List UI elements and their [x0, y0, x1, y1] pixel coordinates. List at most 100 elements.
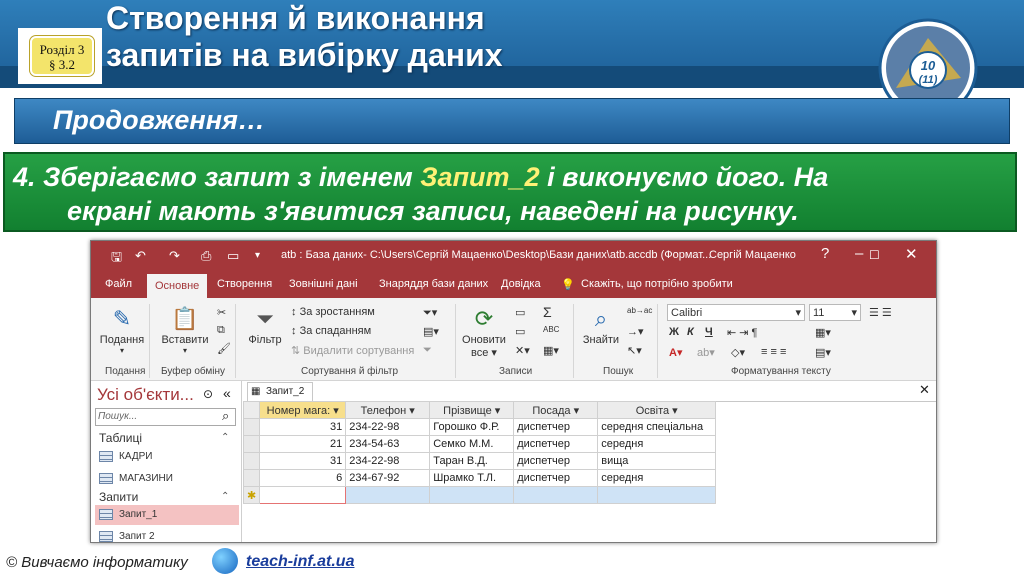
table-row[interactable]: 31 234-22-98 Горошко Ф.Р. диспетчер сере… — [242, 418, 717, 436]
cell-store-number[interactable]: 31 — [259, 418, 347, 436]
totals-icon[interactable]: Σ — [543, 304, 552, 320]
minimize-button[interactable]: – — [855, 245, 863, 262]
cell-position[interactable]: диспетчер — [513, 469, 599, 487]
new-record-row[interactable]: ✱ — [242, 486, 717, 504]
cell-education[interactable]: середня — [597, 435, 717, 453]
nav-item-kadry[interactable]: КАДРИ — [95, 447, 239, 467]
cell-phone[interactable]: 234-22-98 — [345, 418, 431, 436]
cell-store-number[interactable]: 31 — [259, 452, 347, 470]
cell-position[interactable]: диспетчер — [513, 418, 599, 436]
tab-file[interactable]: Файл — [105, 278, 132, 290]
font-color-icon[interactable]: A▾ — [669, 346, 682, 359]
new-record-cell[interactable] — [429, 486, 515, 504]
new-record-cell[interactable] — [259, 486, 347, 504]
go-to-icon[interactable]: →▾ — [627, 325, 644, 338]
open-folder-icon[interactable]: ▭ — [227, 248, 239, 264]
close-button[interactable]: ✕ — [905, 245, 918, 263]
print-preview-icon[interactable]: ⎙ — [201, 248, 211, 264]
search-icon[interactable]: ⌕ — [222, 408, 229, 424]
nav-title[interactable]: Усі об'єкти... — [97, 385, 194, 405]
table-row[interactable]: 6 234-67-92 Шрамко Т.Л. диспетчер середн… — [242, 469, 717, 487]
column-header[interactable]: Телефон ▾ — [345, 401, 431, 419]
record-selector[interactable] — [242, 452, 261, 470]
nav-menu-icon[interactable]: ⊙ — [203, 387, 213, 401]
cell-surname[interactable]: Таран В.Д. — [429, 452, 515, 470]
save-icon[interactable]: 🖫 — [111, 248, 122, 270]
new-record-cell[interactable] — [513, 486, 599, 504]
cell-education[interactable]: середня — [597, 469, 717, 487]
cell-phone[interactable]: 234-22-98 — [345, 452, 431, 470]
font-name-select[interactable]: Calibri ▾ — [667, 304, 805, 321]
format-painter-icon[interactable]: 🖌 — [217, 342, 231, 355]
align-icons[interactable]: ≡ ≡ ≡ — [761, 346, 786, 358]
view-button[interactable]: ✎ Подання ▾ — [99, 304, 145, 355]
column-header[interactable]: Номер мага: ▾ — [259, 401, 347, 419]
cell-education[interactable]: середня спеціальна — [597, 418, 717, 436]
tell-me-box[interactable]: Скажіть, що потрібно зробити — [581, 278, 733, 290]
advanced-filter-icon[interactable]: ▤▾ — [423, 325, 439, 338]
refresh-all-button[interactable]: ⟳ Оновити все ▾ — [461, 304, 507, 359]
record-selector[interactable] — [242, 469, 261, 487]
fill-color-icon[interactable]: ◇▾ — [731, 346, 745, 359]
spelling-icon[interactable]: ABC — [543, 325, 559, 334]
tab-create[interactable]: Створення — [217, 278, 272, 290]
italic-icon[interactable]: К — [687, 326, 694, 338]
collapse-icon[interactable]: ⌃ — [221, 491, 229, 502]
redo-icon[interactable]: ↷ — [169, 248, 180, 264]
replace-icon[interactable]: ab→ac — [627, 306, 652, 315]
user-name[interactable]: Сергій Мацаенко — [709, 249, 796, 261]
remove-sort-button[interactable]: ⇅ Видалити сортування — [291, 344, 414, 357]
column-header[interactable]: Посада ▾ — [513, 401, 599, 419]
cell-surname[interactable]: Семко М.М. — [429, 435, 515, 453]
nav-item-query-2[interactable]: Запит 2 — [95, 527, 239, 542]
record-selector[interactable] — [242, 418, 261, 436]
record-selector[interactable] — [242, 435, 261, 453]
tab-database-tools[interactable]: Знаряддя бази даних — [379, 278, 488, 290]
undo-icon[interactable]: ↶ — [135, 248, 146, 264]
nav-item-mahazyny[interactable]: МАГАЗИНИ — [95, 469, 239, 489]
more-records-icon[interactable]: ▦▾ — [543, 344, 559, 357]
alt-row-color-icon[interactable]: ▤▾ — [815, 346, 831, 359]
new-record-cell[interactable] — [345, 486, 431, 504]
underline-icon[interactable]: Ч — [705, 326, 713, 338]
nav-section-tables[interactable]: Таблиці — [99, 431, 142, 445]
cell-surname[interactable]: Горошко Ф.Р. — [429, 418, 515, 436]
cell-position[interactable]: диспетчер — [513, 452, 599, 470]
tab-home[interactable]: Основне — [147, 274, 208, 298]
select-all-cell[interactable] — [242, 401, 261, 419]
tab-external-data[interactable]: Зовнішні дані — [289, 278, 358, 290]
sort-ascending-button[interactable]: ↕ За зростанням — [291, 306, 375, 318]
cell-surname[interactable]: Шрамко Т.Л. — [429, 469, 515, 487]
column-header[interactable]: Прізвище ▾ — [429, 401, 515, 419]
delete-record-icon[interactable]: ✕▾ — [515, 344, 530, 357]
selection-icon[interactable]: ⏷▾ — [423, 306, 437, 320]
highlight-icon[interactable]: ab▾ — [697, 346, 715, 359]
collapse-icon[interactable]: ⌃ — [221, 432, 229, 443]
nav-search-input[interactable]: Пошук... — [95, 408, 236, 426]
find-button[interactable]: ⌕ Знайти — [579, 304, 623, 346]
indent-icons[interactable]: ⇤ ⇥ ¶ — [727, 326, 757, 339]
new-record-cell[interactable] — [597, 486, 717, 504]
nav-item-query-1[interactable]: Запит_1 — [95, 505, 239, 525]
help-button[interactable]: ? — [821, 245, 829, 262]
cell-store-number[interactable]: 6 — [259, 469, 347, 487]
cell-position[interactable]: диспетчер — [513, 435, 599, 453]
maximize-button[interactable]: ☐ — [869, 248, 880, 262]
bullets-icon[interactable]: ☰ ☰ — [869, 306, 892, 319]
font-size-select[interactable]: 11 ▾ — [809, 304, 861, 321]
cut-icon[interactable]: ✂ — [217, 306, 226, 319]
new-record-marker[interactable]: ✱ — [242, 486, 261, 504]
footer-link[interactable]: teach-inf.at.ua — [246, 553, 354, 571]
column-header[interactable]: Освіта ▾ — [597, 401, 717, 419]
close-document-icon[interactable]: ✕ — [919, 382, 930, 398]
cell-phone[interactable]: 234-67-92 — [345, 469, 431, 487]
save-record-icon[interactable]: ▭ — [515, 325, 525, 338]
filter-button[interactable]: ⏷ Фільтр — [243, 304, 287, 346]
table-row[interactable]: 21 234-54-63 Семко М.М. диспетчер середн… — [242, 435, 717, 453]
nav-section-queries[interactable]: Запити — [99, 490, 138, 504]
shutter-bar-icon[interactable]: « — [223, 385, 231, 401]
select-icon[interactable]: ↖▾ — [627, 344, 642, 357]
paste-button[interactable]: 📋 Вставити ▾ — [157, 304, 213, 355]
cell-education[interactable]: вища — [597, 452, 717, 470]
new-record-icon[interactable]: ▭ — [515, 306, 525, 319]
